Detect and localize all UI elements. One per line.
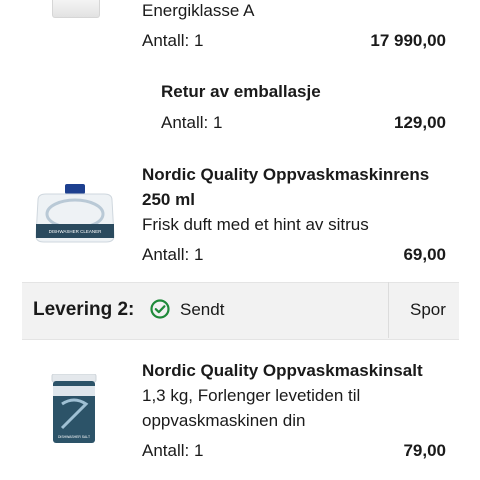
product-title-line2: 250 ml xyxy=(142,190,195,209)
track-button[interactable]: Spor xyxy=(410,299,446,321)
product-description-line2: oppvaskmaskinen din xyxy=(142,411,306,430)
check-circle-icon xyxy=(150,299,170,319)
delivery-divider xyxy=(388,282,389,338)
product-quantity: Antall: 1 xyxy=(142,441,204,460)
product-description: Frisk duft med et hint av sitrus xyxy=(142,215,369,234)
delivery-label: Levering 2: xyxy=(33,299,135,320)
product-image-appliance xyxy=(52,0,100,18)
product-image-salt[interactable]: DISHWASHER SALT xyxy=(48,374,100,446)
product-price: 79,00 xyxy=(403,441,446,460)
product-quantity: Antall: 1 xyxy=(142,245,204,264)
product-title: Nordic Quality Oppvaskmaskinsalt xyxy=(142,361,423,380)
product-price: 69,00 xyxy=(403,245,446,264)
delivery-status: Sendt xyxy=(180,300,225,319)
product-price: 17 990,00 xyxy=(370,31,446,50)
product-description: Energiklasse A xyxy=(142,1,255,20)
image-label-text: DISHWASHER SALT xyxy=(58,435,90,439)
lid-shape xyxy=(51,374,97,383)
product-title: Nordic Quality Oppvaskmaskinrens xyxy=(142,165,430,184)
tub-top-band xyxy=(53,386,95,396)
product-price: 129,00 xyxy=(394,113,446,132)
image-label-text: DISHWASHER CLEANER xyxy=(49,229,103,234)
product-description: 1,3 kg, Forlenger levetiden til xyxy=(142,386,361,405)
cap-shape xyxy=(65,184,85,194)
product-title: Retur av emballasje xyxy=(161,82,321,101)
product-quantity: Antall: 1 xyxy=(161,113,223,132)
product-quantity: Antall: 1 xyxy=(142,31,204,50)
product-image-cleaner[interactable]: DISHWASHER CLEANER xyxy=(30,184,120,244)
